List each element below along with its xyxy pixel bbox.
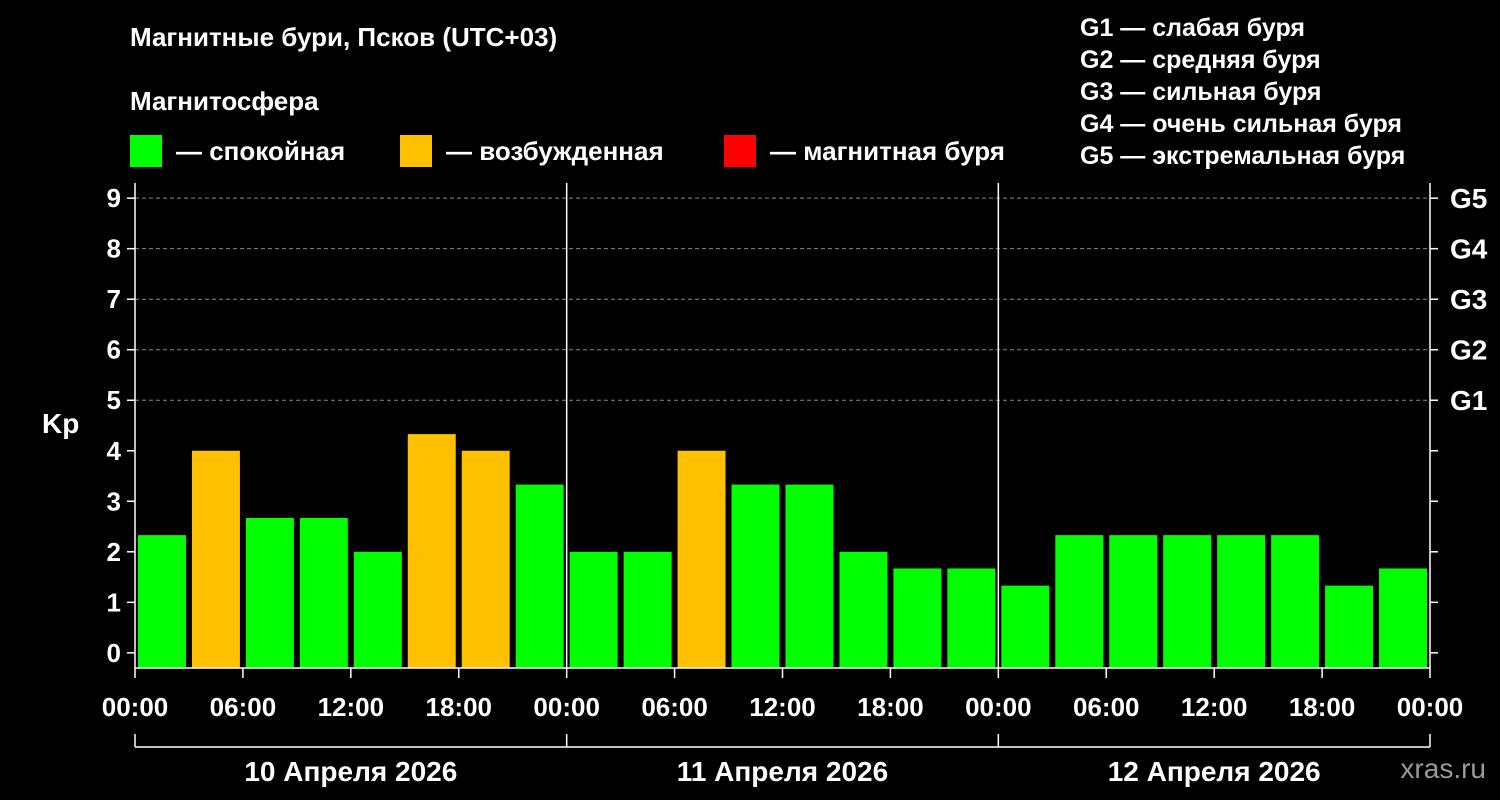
kp-bar	[623, 551, 672, 668]
kp-bar	[731, 484, 780, 668]
x-tick-label: 12:00	[749, 692, 816, 722]
kp-bar-chart: 0 1 2 3 4 5 6 7 8 9 G1 G2 G3 G4 G5 Kp 00:00 06:00 12:00 18:…	[42, 183, 1488, 787]
y-tick-label: 1	[107, 587, 121, 617]
kp-bar	[191, 450, 240, 668]
y-tick-label: 8	[107, 234, 121, 264]
g-level-label: G1	[1450, 385, 1487, 416]
x-tick-label: 06:00	[641, 692, 708, 722]
kp-bar	[1055, 535, 1104, 668]
y-tick-label: 5	[107, 385, 121, 415]
kp-bar	[1217, 535, 1266, 668]
kp-bar	[407, 434, 456, 668]
date-label: 12 Апреля 2026	[1108, 756, 1321, 787]
kp-bar	[947, 568, 996, 668]
date-label: 10 Апреля 2026	[244, 756, 457, 787]
x-tick-label: 12:00	[318, 692, 385, 722]
y-tick-label: 7	[107, 284, 121, 314]
kp-bar	[1163, 535, 1212, 668]
kp-bar	[893, 568, 942, 668]
y-tick-label: 3	[107, 486, 121, 516]
kp-bar	[138, 535, 186, 668]
x-tick-label: 00:00	[965, 692, 1032, 722]
kp-bar	[353, 551, 402, 668]
kp-bar	[1001, 585, 1050, 668]
y-axis-label: Kp	[42, 408, 79, 439]
kp-bar	[299, 517, 348, 668]
g-level-label: G3	[1450, 284, 1487, 315]
y-tick-label: 4	[107, 436, 122, 466]
kp-bar	[1379, 568, 1427, 668]
site-watermark: xras.ru	[1400, 753, 1486, 784]
date-label: 11 Апреля 2026	[677, 756, 888, 787]
y-tick-label: 2	[107, 537, 121, 567]
g-level-label: G2	[1450, 335, 1487, 366]
kp-bar	[569, 551, 618, 668]
y-tick-label: 9	[107, 183, 121, 213]
x-tick-label: 00:00	[1397, 692, 1464, 722]
y-tick-label: 0	[107, 638, 121, 668]
x-tick-label: 18:00	[1289, 692, 1356, 722]
kp-bar	[1325, 585, 1374, 668]
g-level-label: G5	[1450, 183, 1487, 214]
x-tick-label: 00:00	[533, 692, 600, 722]
kp-bar	[1271, 535, 1320, 668]
kp-bar	[515, 484, 564, 668]
kp-bar	[1109, 535, 1158, 668]
x-tick-label: 18:00	[426, 692, 493, 722]
kp-bar	[461, 450, 510, 668]
y-tick-label: 6	[107, 335, 121, 365]
kp-bar	[677, 450, 726, 668]
x-tick-label: 18:00	[857, 692, 924, 722]
g-level-label: G4	[1450, 234, 1488, 265]
x-tick-label: 00:00	[102, 692, 169, 722]
kp-bar	[245, 517, 294, 668]
kp-bar	[839, 551, 888, 668]
kp-bar	[785, 484, 834, 668]
x-tick-label: 12:00	[1181, 692, 1248, 722]
x-tick-label: 06:00	[1073, 692, 1140, 722]
x-tick-label: 06:00	[210, 692, 277, 722]
